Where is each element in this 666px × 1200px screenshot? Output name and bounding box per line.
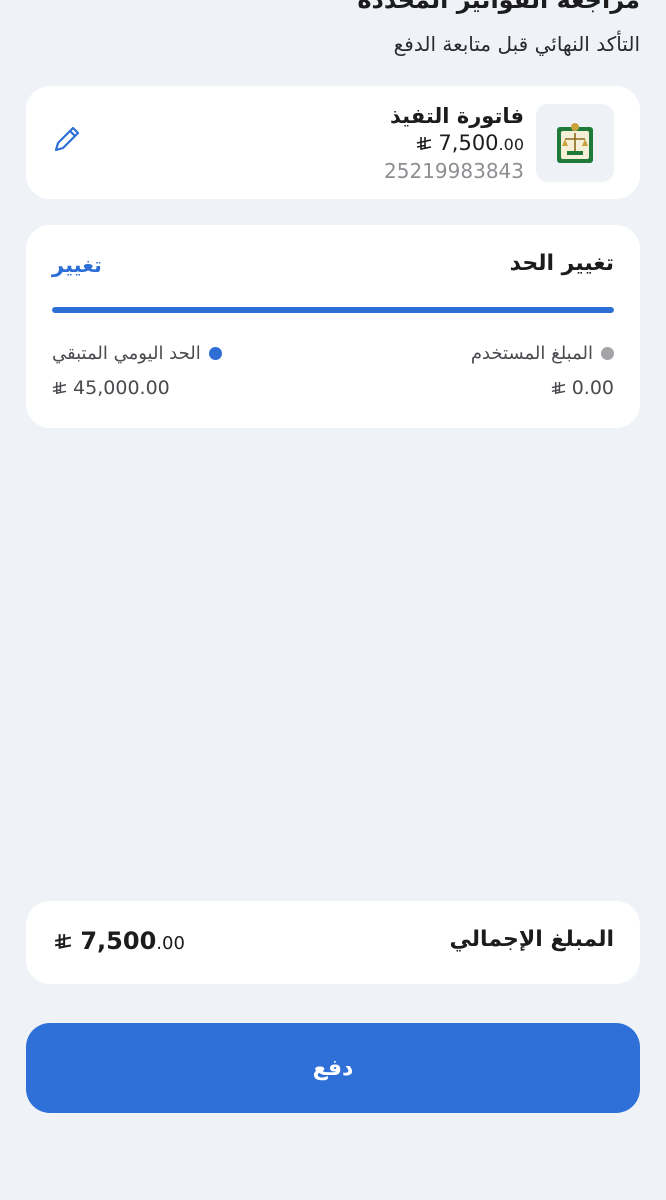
remaining-limit-value: 45,000.00 [52, 377, 170, 401]
ministry-of-justice-logo-icon [536, 104, 614, 182]
used-amount-text: 0.00 [571, 377, 614, 399]
total-amount-value: 7,500.00 [54, 927, 185, 957]
bill-name: فاتورة التفيذ [390, 104, 524, 128]
pay-button[interactable]: دفع [26, 1023, 640, 1113]
remaining-limit-text: 45,000.00 [73, 377, 170, 399]
riyal-icon [551, 379, 566, 401]
bill-info: فاتورة التفيذ 7,500.00 25219983843 [384, 102, 524, 184]
bill-number: 25219983843 [384, 159, 524, 183]
bill-amount-decimal: .00 [498, 135, 524, 154]
total-amount-card: المبلغ الإجمالي 7,500.00 [26, 901, 640, 984]
edit-bill-button[interactable] [50, 122, 84, 156]
remaining-limit-legend: الحد اليومي المتبقي [52, 343, 222, 364]
limit-progress-fill [52, 307, 614, 313]
bill-amount-integer: 7,500 [438, 131, 499, 155]
limit-progress-bar [52, 307, 614, 313]
bill-amount: 7,500.00 [384, 130, 524, 158]
used-amount-value: 0.00 [551, 377, 614, 401]
review-bills-screen: مراجعة الفواتير المحددة التأكد النهائي ق… [0, 0, 666, 1200]
total-amount-decimal: .00 [156, 933, 185, 954]
pencil-icon [54, 126, 80, 152]
page-title: مراجعة الفواتير المحددة [357, 0, 640, 14]
total-amount-integer: 7,500 [80, 927, 157, 955]
used-amount-label: المبلغ المستخدم [470, 343, 593, 364]
riyal-icon [54, 929, 72, 957]
limit-title: تغيير الحد [509, 251, 614, 276]
remaining-dot-icon [208, 347, 222, 360]
riyal-icon [52, 379, 67, 401]
remaining-limit-label: الحد اليومي المتبقي [52, 343, 201, 364]
change-limit-link[interactable]: تغيير [52, 253, 102, 277]
used-dot-icon [601, 347, 614, 360]
bill-card: فاتورة التفيذ 7,500.00 25219983843 [26, 86, 640, 199]
riyal-icon [416, 132, 432, 158]
daily-limit-card: تغيير الحد تغيير المبلغ المستخدم الحد ال… [26, 225, 640, 428]
total-amount-label: المبلغ الإجمالي [449, 927, 614, 952]
used-amount-legend: المبلغ المستخدم [471, 343, 614, 364]
page-subtitle: التأكد النهائي قبل متابعة الدفع [393, 32, 640, 56]
